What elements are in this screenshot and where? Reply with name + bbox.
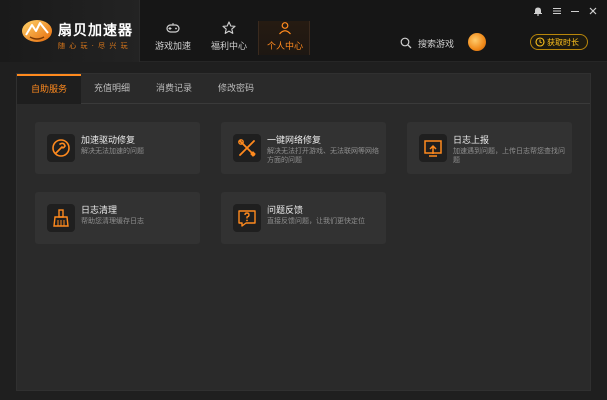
service-description: 解决无法加速的问题 bbox=[81, 147, 144, 155]
service-title: 一键网络修复 bbox=[267, 136, 322, 146]
service-description: 加速遇到问题，上传日志帮您查找问题 bbox=[453, 147, 565, 164]
scallop-logo-icon bbox=[22, 20, 52, 42]
nav-label: 个人中心 bbox=[266, 42, 303, 52]
question-feedback-icon bbox=[238, 210, 256, 227]
service-title: 日志清理 bbox=[81, 206, 118, 216]
star-icon bbox=[222, 21, 236, 34]
tab-self-service[interactable]: 自助服务 bbox=[17, 74, 81, 104]
broom-icon bbox=[53, 209, 69, 227]
search-icon bbox=[400, 37, 412, 49]
service-description: 帮助您清理缓存日志 bbox=[81, 217, 144, 225]
repair-tool-icon bbox=[52, 139, 70, 157]
service-card-log-cleanup[interactable]: 日志清理 帮助您清理缓存日志 bbox=[35, 192, 200, 244]
app-name: 扇贝加速器 bbox=[58, 23, 133, 39]
close-icon[interactable] bbox=[588, 6, 598, 16]
search-label: 搜索游戏 bbox=[418, 40, 455, 50]
tab-change-password[interactable]: 修改密码 bbox=[205, 74, 267, 104]
get-time-label: 获取时长 bbox=[547, 38, 579, 47]
gamepad-icon bbox=[166, 23, 180, 33]
service-card-log-upload[interactable]: 日志上报 加速遇到问题，上传日志帮您查找问题 bbox=[407, 122, 572, 174]
icon-box bbox=[233, 134, 261, 162]
user-icon bbox=[279, 22, 291, 35]
notification-bell-icon[interactable] bbox=[533, 6, 543, 16]
service-card-network-repair[interactable]: 一键网络修复 解决无法打开游戏、无法联网等网络方面的问题 bbox=[221, 122, 386, 174]
app-slogan: 随 心 玩 · 尽 兴 玩 bbox=[58, 42, 129, 50]
service-title: 问题反馈 bbox=[267, 206, 304, 216]
avatar[interactable] bbox=[468, 33, 486, 51]
tab-bar: 自助服务 充值明细 消费记录 修改密码 bbox=[17, 74, 590, 104]
menu-icon[interactable] bbox=[552, 6, 562, 16]
get-time-button[interactable]: 获取时长 bbox=[530, 34, 588, 50]
service-description: 解决无法打开游戏、无法联网等网络方面的问题 bbox=[267, 147, 379, 164]
service-description: 直接反馈问题，让我们更快定位 bbox=[267, 217, 365, 225]
icon-box bbox=[419, 134, 447, 162]
brand-area: 扇贝加速器 随 心 玩 · 尽 兴 玩 bbox=[0, 0, 140, 62]
service-card-driver-repair[interactable]: 加速驱动修复 解决无法加速的问题 bbox=[35, 122, 200, 174]
clock-icon bbox=[535, 37, 545, 47]
service-title: 日志上报 bbox=[453, 136, 490, 146]
service-title: 加速驱动修复 bbox=[81, 136, 136, 146]
nav-label: 福利中心 bbox=[210, 42, 247, 52]
nav-welfare-center[interactable]: 福利中心 bbox=[196, 21, 262, 55]
minimize-icon[interactable] bbox=[570, 6, 580, 16]
icon-box bbox=[233, 204, 261, 232]
nav-personal-center[interactable]: 个人中心 bbox=[258, 21, 310, 55]
wrench-screwdriver-icon bbox=[238, 139, 256, 157]
title-bar: 扇贝加速器 随 心 玩 · 尽 兴 玩 游戏加速 福利中心 个人中心 搜索游戏 bbox=[0, 0, 607, 62]
icon-box bbox=[47, 204, 75, 232]
personal-center-panel: 自助服务 充值明细 消费记录 修改密码 加速驱动修复 解决无法加速的问题 一键网… bbox=[16, 73, 591, 391]
service-card-feedback[interactable]: 问题反馈 直接反馈问题，让我们更快定位 bbox=[221, 192, 386, 244]
tab-consumption-records[interactable]: 消费记录 bbox=[143, 74, 205, 104]
upload-log-icon bbox=[424, 140, 442, 157]
tab-recharge-details[interactable]: 充值明细 bbox=[81, 74, 143, 104]
icon-box bbox=[47, 134, 75, 162]
